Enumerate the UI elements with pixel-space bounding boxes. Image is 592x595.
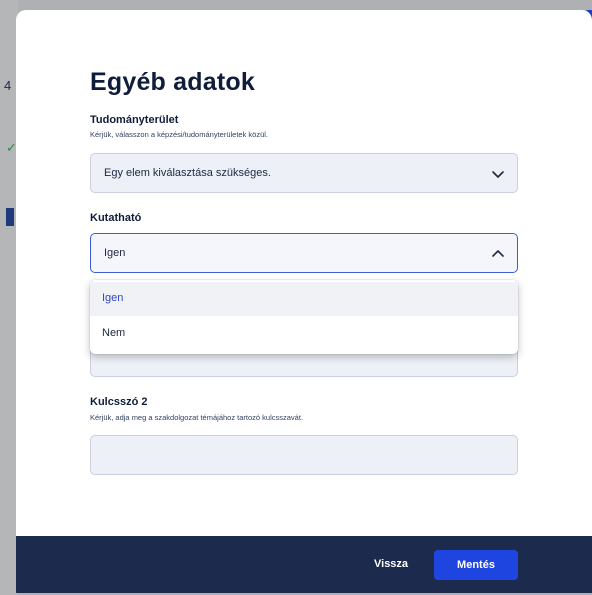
field-label-kulcsszo-2: Kulcsszó 2 [90, 396, 148, 408]
edit-modal: Egyéb adatok Tudományterület Kérjük, vál… [16, 10, 592, 593]
chevron-down-icon [492, 171, 504, 178]
kulcsszo-2-input[interactable] [90, 435, 518, 475]
kutathato-value: Igen [104, 247, 126, 259]
kutathato-dropdown: Igen Nem [90, 280, 518, 354]
field-label-kutathato: Kutatható [90, 212, 142, 224]
chevron-up-icon [492, 250, 504, 257]
tudomanyterulet-value: Egy elem kiválasztása szükséges. [104, 167, 271, 179]
save-button[interactable]: Mentés [434, 550, 518, 580]
option-nem[interactable]: Nem [90, 317, 518, 351]
back-button[interactable]: Vissza [374, 558, 408, 570]
option-igen[interactable]: Igen [90, 282, 518, 316]
background-button-fragment [6, 208, 14, 226]
modal-footer: Vissza Mentés [16, 536, 592, 593]
kutathato-select[interactable]: Igen [90, 233, 518, 273]
field-label-tudomanyterulet: Tudományterület [90, 114, 179, 126]
field-hint-kulcsszo-2: Kérjük, adja meg a szakdolgozat témájáho… [90, 413, 304, 422]
field-hint-tudomanyterulet: Kérjük, válasszon a képzési/tudományterü… [90, 130, 269, 139]
tudomanyterulet-select[interactable]: Egy elem kiválasztása szükséges. [90, 153, 518, 193]
background-fragment: 4 [4, 78, 12, 93]
modal-title: Egyéb adatok [90, 68, 255, 96]
